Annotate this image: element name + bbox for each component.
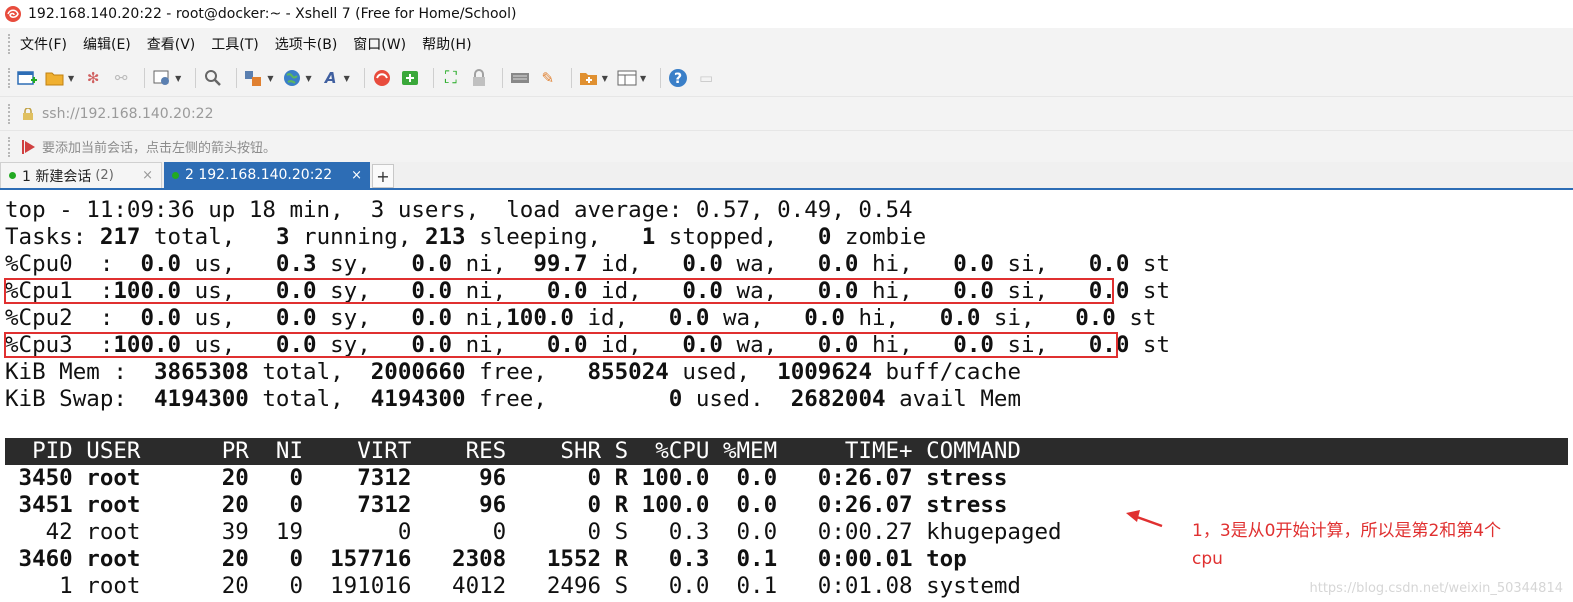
- disconnect-icon[interactable]: ⚯: [110, 67, 132, 89]
- uptime-line: top - 11:09:36 up 18 min, 3 users, load …: [5, 197, 913, 223]
- menu-grip: [8, 34, 11, 54]
- chevron-down-icon[interactable]: ▼: [305, 74, 311, 83]
- cpu3-highlight-box: [4, 332, 1118, 358]
- tab-new-session[interactable]: 1 新建会话 (2) ×: [0, 162, 162, 188]
- chevron-down-icon[interactable]: ▼: [344, 74, 350, 83]
- toolbar: ▼ ✻ ⚯ ▼ ▼ ▼ A ▼ ⛶ ✎ ▼ ▼ ? ▭: [0, 60, 1573, 96]
- toolbar-divider: [144, 68, 146, 88]
- close-tab-icon[interactable]: ×: [142, 168, 153, 183]
- svg-text:?: ?: [674, 71, 682, 87]
- globe-icon[interactable]: [281, 67, 303, 89]
- address-input[interactable]: ssh://192.168.140.20:22: [42, 106, 213, 122]
- help-icon[interactable]: ?: [667, 67, 689, 89]
- terminal[interactable]: top - 11:09:36 up 18 min, 3 users, load …: [0, 192, 1573, 602]
- toolbar-grip: [8, 68, 11, 88]
- tasks-line: Tasks: 217 total, 3 running, 213 sleepin…: [5, 224, 927, 250]
- annotation-line: 1，3是从0开始计算，所以是第2和第4个: [1192, 521, 1502, 541]
- chevron-down-icon[interactable]: ▼: [640, 74, 646, 83]
- add-tab-button[interactable]: +: [372, 164, 394, 188]
- new-session-icon[interactable]: [16, 67, 38, 89]
- process-table-header: PID USER PR NI VIRT RES SHR S %CPU %MEM …: [5, 438, 1568, 465]
- tab-count: (2): [95, 168, 114, 183]
- process-row: 1 root 20 0 191016 4012 2496 S 0.0 0.1 0…: [5, 573, 1021, 599]
- add-folder-icon[interactable]: [578, 67, 600, 89]
- toolbar-divider: [570, 68, 572, 88]
- fullscreen-icon[interactable]: ⛶: [440, 67, 462, 89]
- tab-bar: 1 新建会话 (2) × 2 192.168.140.20:22 × +: [0, 162, 1573, 190]
- menu-view[interactable]: 查看(V): [145, 32, 198, 56]
- tab-ssh-session[interactable]: 2 192.168.140.20:22 ×: [164, 162, 370, 188]
- session-hint-bar: 要添加当前会话，点击左侧的箭头按钮。: [0, 130, 1573, 162]
- chevron-down-icon[interactable]: ▼: [602, 74, 608, 83]
- chevron-down-icon[interactable]: ▼: [68, 74, 74, 83]
- address-bar: ssh://192.168.140.20:22: [0, 96, 1573, 130]
- arrow-icon: [1126, 510, 1163, 528]
- toolbar-divider: [432, 68, 434, 88]
- add-session-arrow-icon[interactable]: [20, 138, 38, 156]
- close-tab-icon[interactable]: ×: [351, 168, 362, 183]
- menu-tabs[interactable]: 选项卡(B): [273, 32, 340, 56]
- cpu2-line: %Cpu2 : 0.0 us, 0.0 sy, 0.0 ni,100.0 id,…: [5, 305, 1157, 331]
- tab-label: 1 新建会话: [22, 168, 92, 185]
- tab-label: 2 192.168.140.20:22: [185, 167, 333, 183]
- toolbar-divider: [501, 68, 503, 88]
- title-bar: 192.168.140.20:22 - root@docker:~ - Xshe…: [0, 0, 1573, 28]
- chevron-down-icon[interactable]: ▼: [175, 74, 181, 83]
- keyboard-icon[interactable]: [509, 67, 531, 89]
- menu-edit[interactable]: 编辑(E): [81, 32, 133, 56]
- xshell-app-icon: [5, 6, 21, 22]
- toolbar-divider: [195, 68, 197, 88]
- chat-icon[interactable]: ▭: [695, 67, 717, 89]
- search-icon[interactable]: [202, 67, 224, 89]
- process-row: 42 root 39 19 0 0 0 S 0.3 0.0 0:00.27 kh…: [5, 519, 1062, 545]
- highlight-pen-icon[interactable]: ✎: [537, 67, 559, 89]
- annotation-note: 1，3是从0开始计算，所以是第2和第4个 cpu: [1192, 517, 1562, 573]
- toolbar-divider: [660, 68, 662, 88]
- process-row: 3451 root 20 0 7312 96 0 R 100.0 0.0 0:2…: [5, 492, 1008, 518]
- annotation-line: cpu: [1192, 549, 1223, 569]
- status-dot-icon: [172, 171, 179, 179]
- toolbar-divider: [236, 68, 238, 88]
- window-title: 192.168.140.20:22 - root@docker:~ - Xshe…: [28, 6, 517, 22]
- xftp-icon[interactable]: [399, 67, 421, 89]
- process-row: 3460 root 20 0 157716 2308 1552 R 0.3 0.…: [5, 546, 967, 572]
- properties-icon[interactable]: [151, 67, 173, 89]
- lock-icon: [23, 107, 33, 120]
- mem-line: KiB Mem : 3865308 total, 2000660 free, 8…: [5, 359, 1022, 385]
- layout-icon[interactable]: [616, 67, 638, 89]
- open-folder-icon[interactable]: [44, 67, 66, 89]
- xshell-icon[interactable]: [371, 67, 393, 89]
- menu-window[interactable]: 窗口(W): [351, 32, 408, 56]
- lock-icon[interactable]: [468, 67, 490, 89]
- cpu1-highlight-box: [4, 278, 1114, 304]
- menu-help[interactable]: 帮助(H): [420, 32, 473, 56]
- address-grip: [8, 104, 11, 124]
- status-dot-icon: [9, 172, 16, 179]
- cpu0-line: %Cpu0 : 0.0 us, 0.3 sy, 0.0 ni, 99.7 id,…: [5, 251, 1171, 277]
- menu-file[interactable]: 文件(F): [18, 32, 69, 56]
- process-row: 3450 root 20 0 7312 96 0 R 100.0 0.0 0:2…: [5, 465, 1008, 491]
- swap-line: KiB Swap: 4194300 total, 4194300 free, 0…: [5, 386, 1022, 412]
- menu-bar: 文件(F) 编辑(E) 查看(V) 工具(T) 选项卡(B) 窗口(W) 帮助(…: [0, 28, 1573, 60]
- watermark: https://blog.csdn.net/weixin_50344814: [1309, 581, 1563, 596]
- chevron-down-icon[interactable]: ▼: [267, 74, 273, 83]
- hint-grip: [8, 137, 11, 157]
- menu-tools[interactable]: 工具(T): [209, 32, 260, 56]
- transfer-icon[interactable]: [243, 67, 265, 89]
- hint-text: 要添加当前会话，点击左侧的箭头按钮。: [42, 141, 277, 156]
- toolbar-divider: [363, 68, 365, 88]
- connect-icon[interactable]: ✻: [82, 67, 104, 89]
- font-icon[interactable]: A: [320, 67, 342, 89]
